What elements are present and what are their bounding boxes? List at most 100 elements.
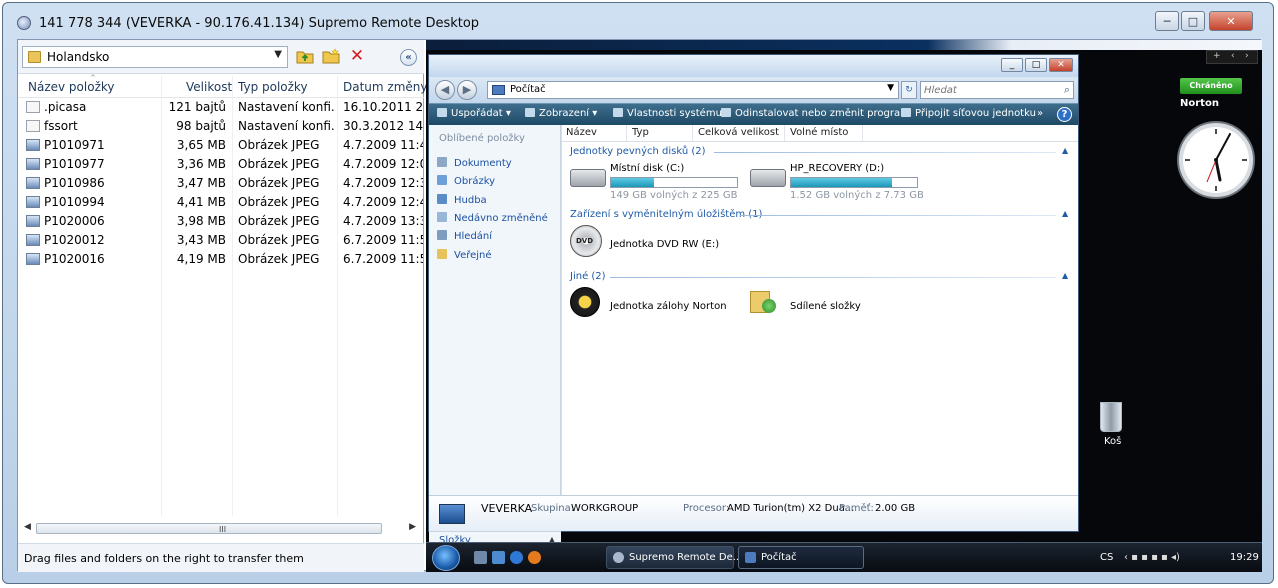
nav-item-music[interactable]: Hudba xyxy=(437,194,487,206)
start-button[interactable] xyxy=(432,545,460,571)
file-row[interactable]: fssort 98 bajtů Nastavení konfi... 30.3.201… xyxy=(18,117,424,136)
file-row[interactable]: .picasa 121 bajtů Nastavení konfi... 16.10.… xyxy=(18,98,424,117)
column-size[interactable]: Velikost xyxy=(186,80,232,94)
nav-item-search[interactable]: Hledání xyxy=(437,230,492,242)
sidebar-gadget-controls[interactable]: + ‹ › xyxy=(1206,50,1258,64)
image-file-icon xyxy=(26,215,40,227)
search-input[interactable] xyxy=(924,82,1050,98)
minimize-button[interactable]: ─ xyxy=(1155,11,1179,31)
remote-taskbar: Supremo Remote De... Počítač CS ‹ ▪ ▪ ▪ … xyxy=(426,542,1262,572)
explorer-maximize-button[interactable]: □ xyxy=(1025,58,1047,72)
drive-d-name[interactable]: HP_RECOVERY (D:) xyxy=(790,163,884,174)
nav-item-recent[interactable]: Nedávno změněné xyxy=(437,212,548,224)
system-properties-button[interactable]: Vlastnosti systému xyxy=(613,108,722,119)
show-desktop-icon[interactable] xyxy=(474,551,487,564)
scroll-thumb[interactable]: III xyxy=(36,523,382,534)
column-total-size[interactable]: Celková velikost xyxy=(698,127,779,138)
column-type[interactable]: Typ položky xyxy=(238,80,308,94)
file-date: 4.7.2009 12:34 xyxy=(343,176,423,190)
scroll-right-icon[interactable]: ▶ xyxy=(409,522,416,532)
recycle-bin-icon[interactable] xyxy=(1100,402,1122,432)
column-type[interactable]: Typ xyxy=(632,127,649,138)
remote-desktop[interactable]: + ‹ › _ □ ✕ ◀ ▶ Počítač ▼ ↻ Hledat ⌕ Usp… xyxy=(426,40,1262,572)
close-button[interactable]: ✕ xyxy=(1209,11,1253,31)
chevron-up-icon[interactable]: ▲ xyxy=(1062,209,1068,218)
task-computer[interactable]: Počítač xyxy=(738,546,864,569)
group-removable-storage[interactable]: Zařízení s vyměnitelným úložištěm (1) xyxy=(570,209,762,220)
help-icon[interactable]: ? xyxy=(1057,107,1072,122)
file-size: 3,43 MB xyxy=(176,233,226,247)
scroll-left-icon[interactable]: ◀ xyxy=(24,522,31,532)
network-drive-icon xyxy=(901,108,911,117)
refresh-icon[interactable]: ↻ xyxy=(901,81,917,99)
drive-e-name[interactable]: Jednotka DVD RW (E:) xyxy=(610,239,719,250)
column-name[interactable]: Název xyxy=(566,127,597,138)
drive-c-usage-bar xyxy=(610,177,738,188)
file-size: 98 bajtů xyxy=(176,119,226,133)
column-free-space[interactable]: Volné místo xyxy=(790,127,848,138)
group-other[interactable]: Jiné (2) xyxy=(570,271,606,282)
internet-explorer-icon[interactable] xyxy=(510,551,523,564)
nav-item-documents[interactable]: Dokumenty xyxy=(437,157,512,169)
chevron-down-icon[interactable]: ▼ xyxy=(887,83,894,93)
chevron-up-icon[interactable]: ▲ xyxy=(1062,146,1068,155)
clock-time[interactable]: 19:29 xyxy=(1230,552,1259,563)
task-supremo[interactable]: Supremo Remote De... xyxy=(606,546,742,569)
chevron-up-icon[interactable]: ▲ xyxy=(1062,271,1068,280)
file-row[interactable]: P1020006 3,98 MB Obrázek JPEG 4.7.2009 13:3… xyxy=(18,212,424,231)
path-dropdown[interactable]: Holandsko ▼ xyxy=(22,46,288,68)
up-folder-icon[interactable] xyxy=(296,48,314,64)
drive-c-free-text: 149 GB volných z 225 GB xyxy=(610,190,738,201)
shared-folders[interactable]: Sdílené složky xyxy=(790,301,861,312)
views-button[interactable]: Zobrazení ▾ xyxy=(525,108,597,119)
collapse-panel-button[interactable]: « xyxy=(400,49,417,66)
nav-item-public[interactable]: Veřejné xyxy=(437,249,492,261)
search-icon[interactable]: ⌕ xyxy=(1064,83,1070,97)
group-hard-drives[interactable]: Jednotky pevných disků (2) xyxy=(570,146,706,157)
system-tray-icons[interactable]: ‹ ▪ ▪ ▪ ▪ ◂) xyxy=(1124,552,1180,563)
recycle-bin-label[interactable]: Koš xyxy=(1104,436,1121,447)
uninstall-program-button[interactable]: Odinstalovat nebo změnit program xyxy=(721,108,910,119)
column-date[interactable]: Datum změny xyxy=(343,80,428,94)
new-folder-icon[interactable] xyxy=(322,48,340,64)
organize-button[interactable]: Uspořádat ▾ xyxy=(437,108,511,119)
drive-d-free-text: 1.52 GB volných z 7.73 GB xyxy=(790,190,924,201)
drive-c-name[interactable]: Místní disk (C:) xyxy=(610,163,684,174)
clock-gadget-icon[interactable] xyxy=(1176,120,1256,200)
norton-backup-drive[interactable]: Jednotka zálohy Norton xyxy=(610,301,727,312)
maximize-button[interactable]: □ xyxy=(1181,11,1205,31)
column-name[interactable]: Název položky xyxy=(28,80,114,94)
title-bar[interactable]: 141 778 344 (VEVERKA - 90.176.41.134) Su… xyxy=(3,3,1273,41)
back-icon[interactable]: ◀ xyxy=(435,80,455,100)
file-row[interactable]: P1010977 3,36 MB Obrázek JPEG 4.7.2009 12:0… xyxy=(18,155,424,174)
chevron-down-icon[interactable]: ▼ xyxy=(274,49,282,60)
file-row[interactable]: P1020012 3,43 MB Obrázek JPEG 6.7.2009 11:5… xyxy=(18,231,424,250)
firefox-icon[interactable] xyxy=(528,551,541,564)
explorer-minimize-button[interactable]: _ xyxy=(1001,58,1023,72)
scroll-grip: III xyxy=(219,525,227,534)
file-row[interactable]: P1010994 4,41 MB Obrázek JPEG 4.7.2009 12:4… xyxy=(18,193,424,212)
horizontal-scrollbar[interactable]: ◀ III ▶ xyxy=(22,520,420,536)
map-network-drive-button[interactable]: Připojit síťovou jednotku xyxy=(901,108,1036,119)
more-commands-button[interactable]: » xyxy=(1037,108,1043,119)
explorer-title-bar[interactable]: _ □ ✕ xyxy=(429,55,1078,77)
explorer-window[interactable]: _ □ ✕ ◀ ▶ Počítač ▼ ↻ ⌕ xyxy=(428,54,1079,549)
nav-item-pictures[interactable]: Obrázky xyxy=(437,175,495,187)
explorer-close-button[interactable]: ✕ xyxy=(1049,58,1073,72)
file-date: 4.7.2009 11:40 xyxy=(343,138,423,152)
computer-icon xyxy=(745,552,756,563)
norton-status-badge[interactable]: Chráněno xyxy=(1180,78,1242,94)
language-indicator[interactable]: CS xyxy=(1100,552,1113,563)
file-size: 3,65 MB xyxy=(176,138,226,152)
file-row[interactable]: P1010971 3,65 MB Obrázek JPEG 4.7.2009 11:4… xyxy=(18,136,424,155)
group-divider xyxy=(610,277,1056,278)
explorer-details-pane: VEVERKA Skupina: WORKGROUP Procesor: AMD… xyxy=(429,495,1078,531)
address-field[interactable]: Počítač ▼ xyxy=(487,81,899,99)
file-row[interactable]: P1010986 3,47 MB Obrázek JPEG 4.7.2009 12:3… xyxy=(18,174,424,193)
usage-fill xyxy=(791,178,892,187)
file-row[interactable]: P1020016 4,19 MB Obrázek JPEG 6.7.2009 11:5… xyxy=(18,250,424,269)
forward-icon[interactable]: ▶ xyxy=(457,80,477,100)
switch-windows-icon[interactable] xyxy=(492,551,505,564)
delete-icon[interactable]: ✕ xyxy=(348,48,366,65)
search-field[interactable]: ⌕ xyxy=(920,81,1074,99)
